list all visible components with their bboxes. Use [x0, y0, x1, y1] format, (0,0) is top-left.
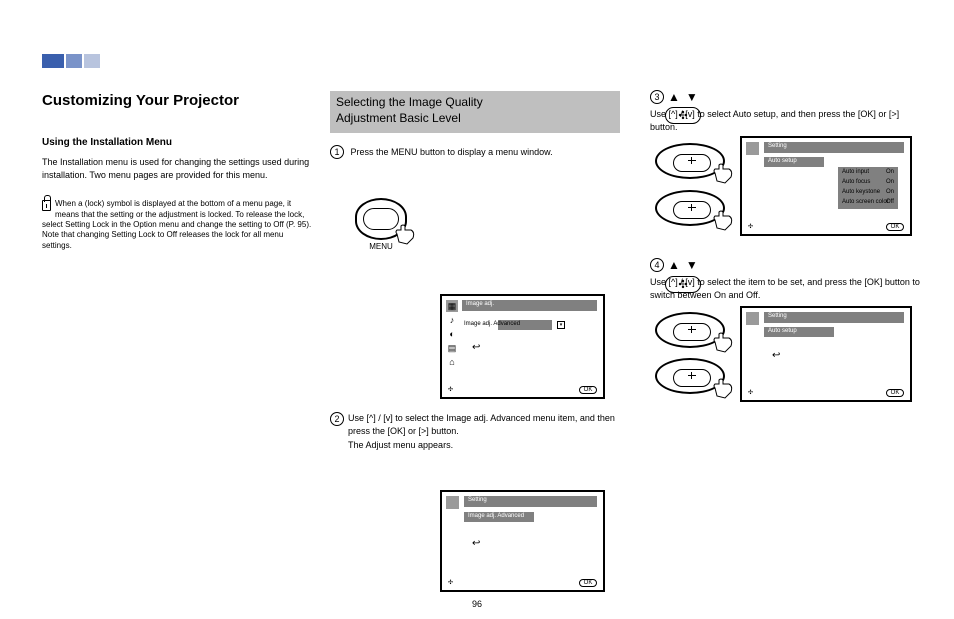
osd2-title: Setting	[468, 497, 487, 503]
osd4-row1: Auto setup	[768, 328, 797, 334]
osd3-row1: Auto setup	[768, 158, 797, 164]
step1-text: Press the MENU button to display a menu …	[351, 147, 553, 157]
step4-circle: 4	[650, 258, 664, 272]
osd3-row5: Auto screen color	[842, 199, 889, 205]
return-icon: ↩	[472, 342, 480, 353]
osd1-side-icon-2: ♪	[446, 314, 458, 326]
menu-button-illustration	[355, 198, 407, 240]
osd1-side-icon-1: ▦	[446, 300, 458, 312]
osd1-ok-pill: OK	[579, 386, 597, 394]
remote-nav-illustration-3a	[655, 143, 725, 179]
osd2-tab-icon	[446, 496, 459, 509]
osd3-row2: Auto input	[842, 169, 869, 175]
arrow-up-icon: ▲	[668, 258, 680, 272]
osd1-side-icon-3: ◐	[446, 328, 458, 340]
osd3-row3: Auto focus	[842, 179, 870, 185]
osd1-footer: ✣OK	[448, 386, 597, 394]
remote-nav-illustration-3b	[655, 190, 725, 226]
osd3-title: Setting	[768, 143, 787, 149]
osd3-footer: ✣OK	[748, 223, 904, 231]
osd2-footer: ✣OK	[448, 579, 597, 587]
page-number: 96	[472, 599, 482, 609]
osd1-row: Image adj. Advanced	[464, 321, 520, 327]
arrow-up-icon: ▲	[668, 90, 680, 104]
osd-menu-4: Setting Auto setup ↩ ✣OK	[740, 306, 912, 402]
step2-text: Use [^] / [v] to select the Image adj. A…	[330, 412, 620, 437]
return-icon: ↩	[772, 350, 780, 361]
osd3-row2-val: On	[886, 169, 894, 175]
osd4-tab-icon	[746, 312, 759, 325]
accent-bars	[42, 54, 100, 68]
arrow-down-icon: ▼	[686, 90, 698, 104]
step2-text-b: The Adjust menu appears.	[348, 439, 620, 452]
hand-pointer-icon	[711, 210, 739, 234]
hand-pointer-icon	[711, 163, 739, 187]
page-title: Customizing Your Projector	[42, 92, 312, 109]
osd1-side-icon-5: ⌂	[446, 356, 458, 368]
osd3-row5-val: Off	[886, 199, 894, 205]
page-subtitle: Using the Installation Menu	[42, 137, 312, 148]
osd3-row3-val: On	[886, 179, 894, 185]
osd3-row4-val: On	[886, 189, 894, 195]
step1-banner-line2: Adjustment Basic Level	[336, 111, 614, 127]
return-icon: ↩	[472, 538, 480, 549]
osd4-title: Setting	[768, 313, 787, 319]
osd-menu-2: Setting Image adj. Advanced ↩ ✣OK	[440, 490, 605, 592]
arrow-down-icon: ▼	[686, 258, 698, 272]
osd-menu-1: ▦ ♪ ◐ ▤ ⌂ Image adj. Image adj. Advanced…	[440, 294, 605, 399]
remote-nav-illustration-4b	[655, 358, 725, 394]
osd2-row1: Image adj. Advanced	[468, 513, 524, 519]
step2-circle: 2	[330, 412, 344, 426]
lock-icon	[42, 200, 51, 211]
osd1-title: Image adj.	[466, 301, 494, 307]
osd1-side-icon-4: ▤	[446, 342, 458, 354]
osd3-row4: Auto keystone	[842, 189, 880, 195]
intro-text: The Installation menu is used for changi…	[42, 156, 312, 181]
osd-menu-3: Setting Auto setup Auto input On Auto fo…	[740, 136, 912, 236]
step1-banner: Selecting the Image Quality Adjustment B…	[330, 91, 620, 133]
osd4-footer: ✣OK	[748, 389, 904, 397]
pill-button-4: ✣	[665, 276, 701, 293]
pill-button-3: ✣	[665, 107, 701, 124]
remote-nav-illustration-4a	[655, 312, 725, 348]
hand-pointer-icon	[393, 224, 421, 248]
osd3-tab-icon	[746, 142, 759, 155]
hand-pointer-icon	[711, 378, 739, 402]
hand-pointer-icon	[711, 332, 739, 356]
lock-notice-text: When a (lock) symbol is displayed at the…	[42, 199, 311, 250]
step3-circle: 3	[650, 90, 664, 104]
osd4-ok-pill: OK	[886, 389, 904, 397]
osd3-ok-pill: OK	[886, 223, 904, 231]
step1-banner-line1: Selecting the Image Quality	[336, 95, 614, 111]
osd2-ok-pill: OK	[579, 579, 597, 587]
osd1-dropdown-icon: ▾	[557, 321, 565, 329]
step1-circle: 1	[330, 145, 344, 159]
